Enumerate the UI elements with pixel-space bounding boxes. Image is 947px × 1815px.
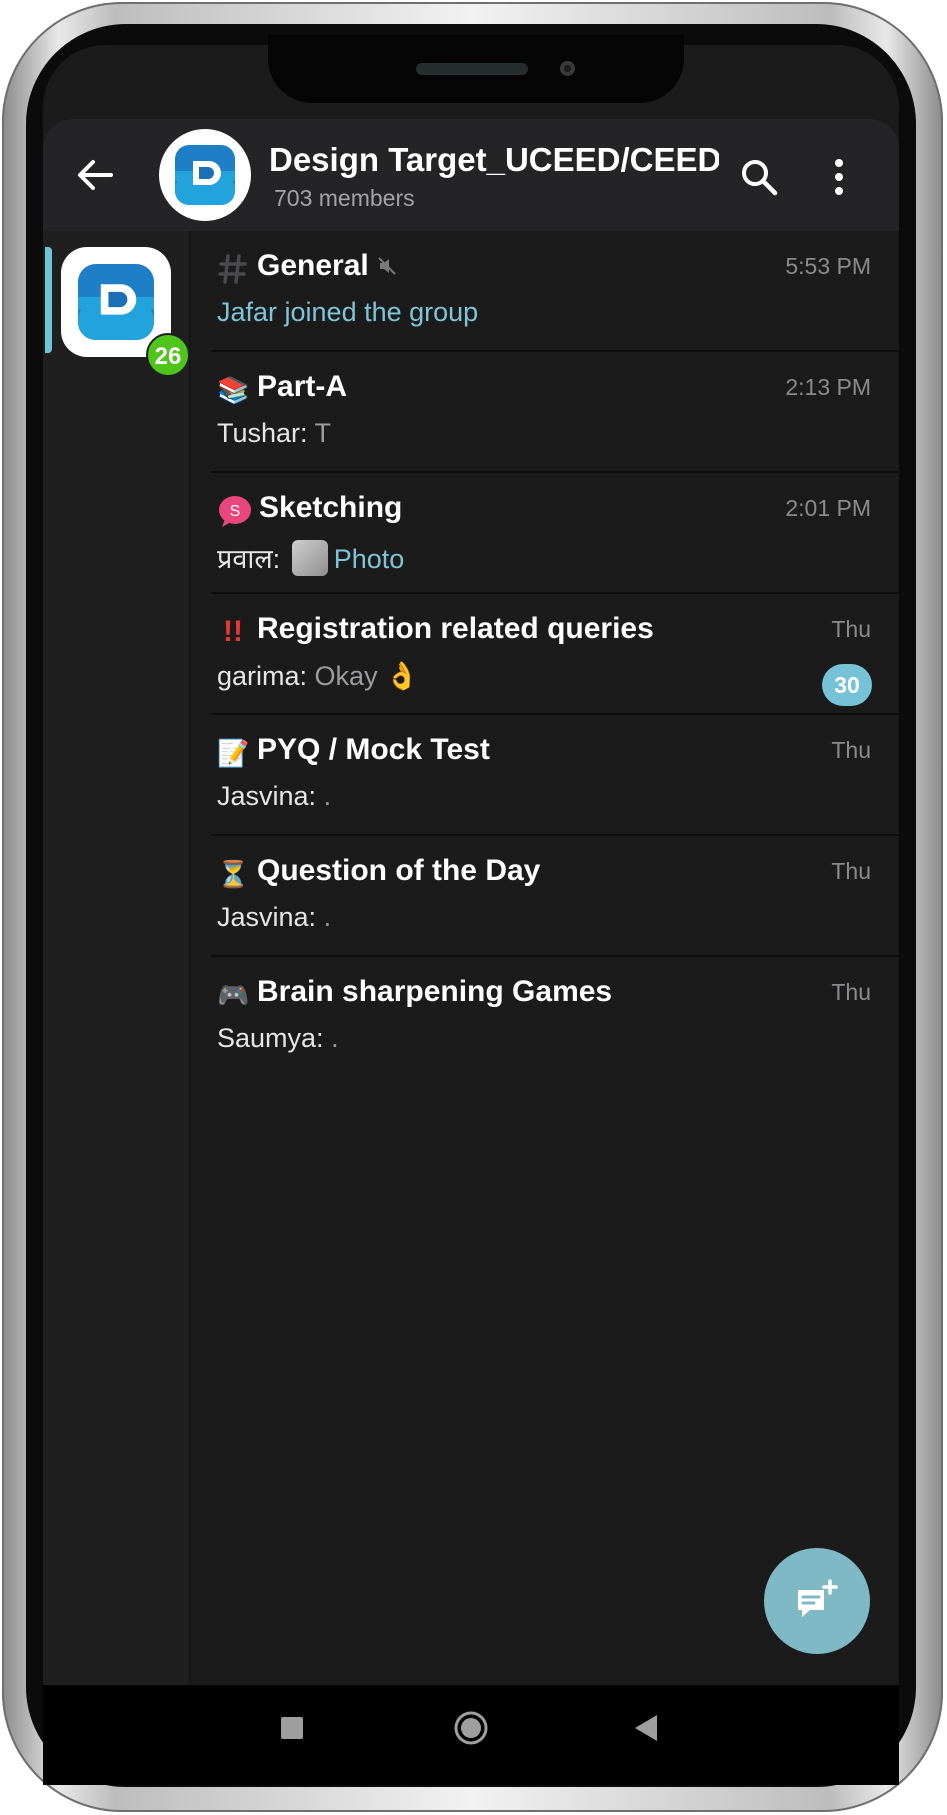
topic-time: 5:53 PM xyxy=(785,253,871,279)
group-logo-icon xyxy=(78,264,154,340)
app-screen: Design Target_UCEED/CEED/ 703 members 26 xyxy=(43,45,899,1685)
topic-last-message: Saumya: . xyxy=(217,1023,339,1053)
system-navigation-bar xyxy=(43,1685,899,1785)
hash-icon xyxy=(217,253,249,285)
new-topic-button[interactable] xyxy=(764,1548,870,1654)
memo-icon: 📝 xyxy=(217,738,250,768)
topic-list: General 5:53 PM Jafar joined the group 📚… xyxy=(191,231,899,1551)
topic-last-message: प्रवाल: Photo xyxy=(217,539,404,579)
front-camera xyxy=(560,61,575,76)
group-avatar[interactable] xyxy=(159,129,251,221)
group-logo-icon xyxy=(175,145,235,205)
topic-time: Thu xyxy=(831,858,871,884)
unread-badge: 26 xyxy=(146,333,190,377)
member-count: 703 members xyxy=(274,185,415,211)
s-speech-bubble-icon: S xyxy=(217,495,251,527)
topic-last-message: garima: Okay 👌 xyxy=(217,661,419,691)
top-app-bar: Design Target_UCEED/CEED/ 703 members xyxy=(43,119,899,231)
compose-topic-icon xyxy=(798,1579,838,1617)
earpiece-speaker xyxy=(416,63,528,75)
topic-name: Question of the Day xyxy=(257,854,541,887)
hourglass-icon: ⏳ xyxy=(217,859,250,889)
topic-time: Thu xyxy=(831,979,871,1005)
svg-text:S: S xyxy=(230,503,241,520)
topic-row-question-of-the-day[interactable]: ⏳ Question of the Day Thu Jasvina: . xyxy=(191,836,899,957)
topic-row-general[interactable]: General 5:53 PM Jafar joined the group xyxy=(191,231,899,352)
game-controller-icon: 🎮 xyxy=(217,980,250,1010)
home-button[interactable] xyxy=(453,1710,489,1746)
topic-name: Sketching xyxy=(259,491,403,524)
topic-row-pyq[interactable]: 📝 PYQ / Mock Test Thu Jasvina: . xyxy=(191,715,899,836)
topic-name: PYQ / Mock Test xyxy=(257,733,490,766)
topic-time: 2:13 PM xyxy=(785,374,871,400)
forum-side-rail: 26 xyxy=(43,231,191,1685)
topic-last-message: Jasvina: . xyxy=(217,781,332,811)
topic-time: Thu xyxy=(831,737,871,763)
group-title[interactable]: Design Target_UCEED/CEED/ xyxy=(269,141,719,181)
phone-notch xyxy=(268,35,684,103)
topic-row-registration[interactable]: !! Registration related queries Thu gari… xyxy=(191,594,899,715)
more-vertical-icon[interactable] xyxy=(829,155,849,199)
muted-icon xyxy=(377,250,397,284)
back-triangle-icon[interactable] xyxy=(633,1713,659,1743)
topic-row-sketching[interactable]: S Sketching 2:01 PM प्रवाल: Photo xyxy=(191,473,899,594)
photo-thumbnail xyxy=(291,539,328,576)
back-arrow-icon[interactable] xyxy=(71,151,119,199)
topic-row-brain-games[interactable]: 🎮 Brain sharpening Games Thu Saumya: . xyxy=(191,957,899,1078)
topic-name: General xyxy=(257,249,397,284)
topic-name: Registration related queries xyxy=(257,612,654,645)
topic-last-message: Tushar: T xyxy=(217,418,332,448)
double-exclamation-icon: !! xyxy=(223,615,243,648)
topic-name: Part-A xyxy=(257,370,348,403)
unread-count-badge: 30 xyxy=(822,664,872,706)
search-icon[interactable] xyxy=(737,155,781,199)
topic-time: Thu xyxy=(831,616,871,642)
topic-last-message: Jafar joined the group xyxy=(217,297,479,327)
selected-indicator xyxy=(45,247,52,353)
topic-name: Brain sharpening Games xyxy=(257,975,613,1008)
books-emoji-icon: 📚 xyxy=(217,375,250,405)
topic-last-message: Jasvina: . xyxy=(217,902,332,932)
topic-time: 2:01 PM xyxy=(785,495,871,521)
recents-button[interactable] xyxy=(281,1717,303,1739)
topic-row-part-a[interactable]: 📚 Part-A 2:13 PM Tushar: T xyxy=(191,352,899,473)
